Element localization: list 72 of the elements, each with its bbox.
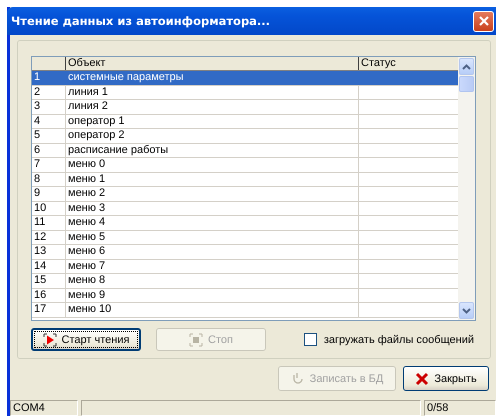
table-row[interactable]: 12 меню 5 bbox=[32, 230, 458, 245]
cross-icon bbox=[415, 372, 430, 386]
table-cell: расписание работы bbox=[66, 144, 359, 157]
table-cell: меню 3 bbox=[66, 202, 359, 215]
table-cell: линия 1 bbox=[66, 86, 359, 99]
chevron-down-icon bbox=[462, 308, 471, 314]
rotate-icon bbox=[290, 372, 305, 386]
table-cell: меню 4 bbox=[66, 216, 359, 230]
table-cell: 8 bbox=[32, 172, 66, 186]
table-cell: 16 bbox=[32, 288, 66, 302]
table-row[interactable]: 8 меню 1 bbox=[32, 172, 458, 187]
table-cell: 11 bbox=[32, 216, 66, 230]
table-row[interactable]: 17 меню 10 bbox=[32, 303, 458, 318]
table-cell: 5 bbox=[32, 129, 66, 142]
table-row[interactable]: 4 оператор 1 bbox=[32, 114, 458, 129]
table-cell: 3 bbox=[32, 100, 66, 114]
column-header[interactable]: Объект bbox=[66, 57, 359, 70]
table-cell: 4 bbox=[32, 114, 66, 128]
table-cell: 7 bbox=[32, 158, 66, 172]
progress-counter: 0/58 bbox=[427, 402, 448, 414]
table-cell: 10 bbox=[32, 202, 66, 215]
scroll-thumb[interactable] bbox=[459, 76, 474, 92]
table-row[interactable]: 13 меню 6 bbox=[32, 245, 458, 260]
play-icon bbox=[42, 332, 57, 346]
table-row[interactable]: 6 расписание работы bbox=[32, 144, 458, 158]
scrollbar[interactable] bbox=[458, 57, 475, 320]
table-cell: системные параметры bbox=[66, 71, 359, 84]
table-row[interactable]: 14 меню 7 bbox=[32, 260, 458, 274]
table-cell: меню 9 bbox=[66, 288, 359, 302]
table-row[interactable]: 5 оператор 2 bbox=[32, 129, 458, 144]
table-cell: меню 8 bbox=[66, 274, 359, 288]
chevron-up-icon bbox=[462, 64, 471, 70]
checkbox-square[interactable] bbox=[304, 333, 317, 346]
table-cell: 1 bbox=[32, 71, 66, 84]
table-cell: 2 bbox=[32, 86, 66, 99]
table-cell: меню 6 bbox=[66, 245, 359, 258]
close-icon bbox=[478, 15, 490, 27]
table-cell: 15 bbox=[32, 274, 66, 288]
table-cell: 13 bbox=[32, 245, 66, 258]
start-reading-button[interactable]: Старт чтения bbox=[31, 328, 141, 351]
table-cell: меню 0 bbox=[66, 158, 359, 172]
table-cell: 17 bbox=[32, 303, 66, 316]
table-cell: меню 10 bbox=[66, 303, 359, 316]
column-header[interactable]: Статус bbox=[359, 57, 458, 70]
table-cell: меню 5 bbox=[66, 230, 359, 244]
table-cell: 12 bbox=[32, 230, 66, 244]
table-row[interactable]: 9 меню 2 bbox=[32, 187, 458, 202]
table-cell: 6 bbox=[32, 144, 66, 157]
table-cell: меню 1 bbox=[66, 172, 359, 186]
table-cell: меню 2 bbox=[66, 187, 359, 200]
window-title: Чтение данных из автоинформатора... bbox=[11, 14, 270, 28]
table-row[interactable]: 16 меню 9 bbox=[32, 288, 458, 303]
table-row[interactable]: 10 меню 3 bbox=[32, 202, 458, 216]
table-cell: линия 2 bbox=[66, 100, 359, 114]
table-row[interactable]: 15 меню 8 bbox=[32, 274, 458, 288]
table-cell: оператор 1 bbox=[66, 114, 359, 128]
scroll-down-button[interactable] bbox=[459, 302, 474, 319]
table-cell: оператор 2 bbox=[66, 129, 359, 142]
table-row[interactable]: 7 меню 0 bbox=[32, 158, 458, 172]
scroll-up-button[interactable] bbox=[459, 58, 474, 75]
table-cell: 9 bbox=[32, 187, 66, 200]
table-row[interactable]: 11 меню 4 bbox=[32, 216, 458, 230]
port-label: COM4 bbox=[13, 402, 45, 414]
close-dialog-button[interactable]: Закрыть bbox=[403, 366, 489, 391]
table-row[interactable]: 1 системные параметры bbox=[32, 71, 458, 86]
close-button[interactable] bbox=[473, 10, 494, 32]
table-cell: меню 7 bbox=[66, 260, 359, 273]
table-row[interactable]: 2 линия 1 bbox=[32, 86, 458, 100]
table-cell: 14 bbox=[32, 260, 66, 273]
load-files-checkbox[interactable]: загружать файлы сообщений bbox=[304, 333, 474, 346]
table-row[interactable]: 3 линия 2 bbox=[32, 100, 458, 114]
stop-icon bbox=[189, 332, 204, 346]
